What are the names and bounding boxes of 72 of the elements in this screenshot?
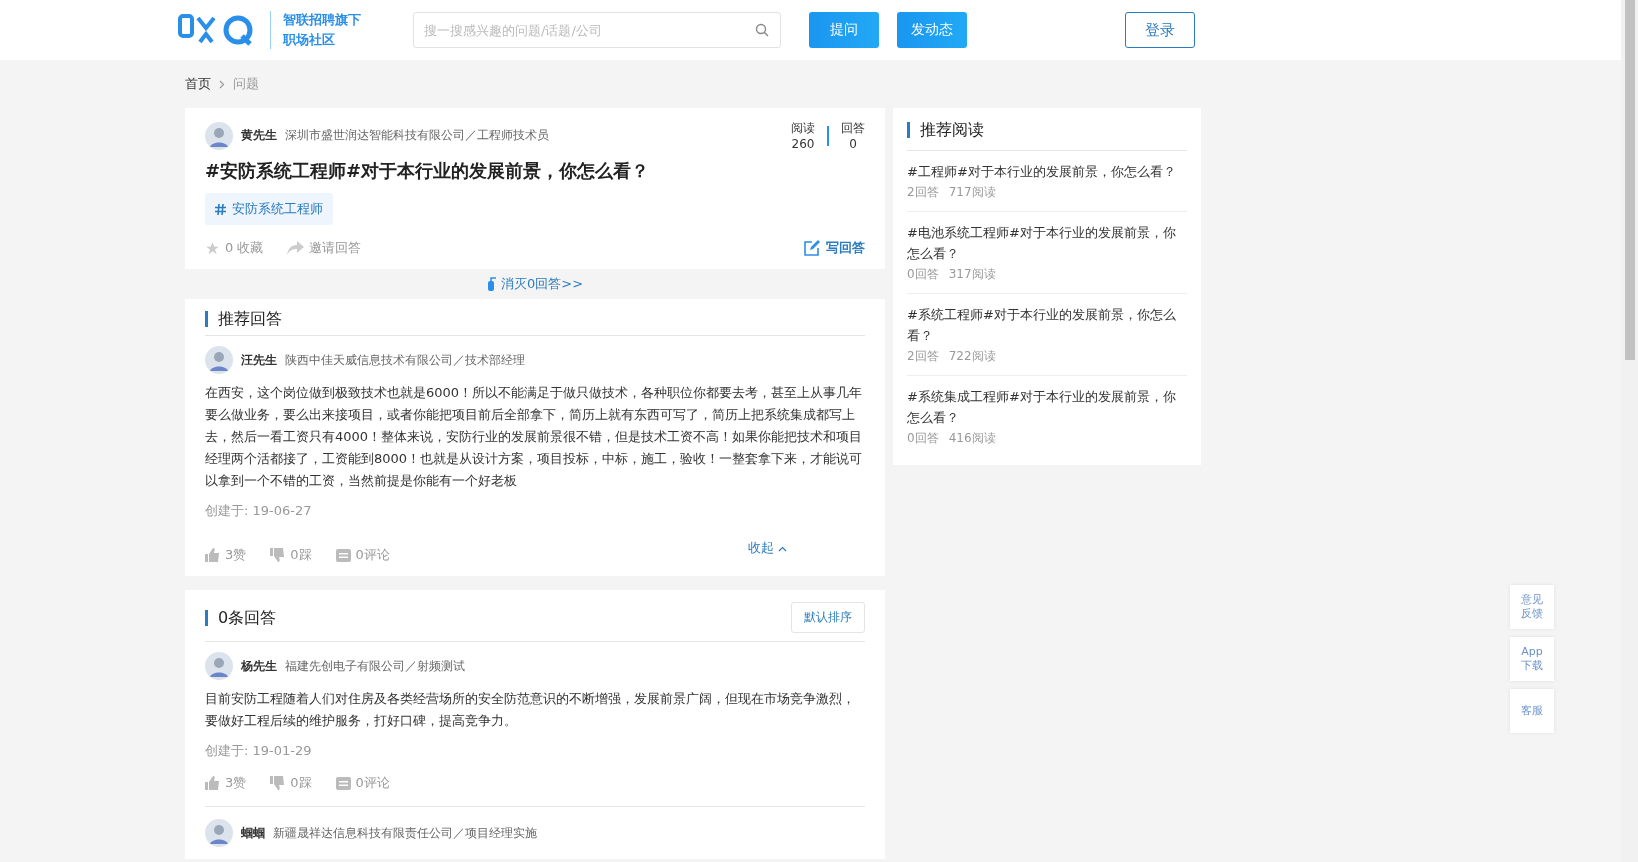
author-info: 陕西中佳天威信息技术有限公司／技术部经理 <box>285 351 525 369</box>
avatar-icon <box>205 121 233 150</box>
stat-label: 回答 <box>841 120 865 137</box>
thumbs-down-icon <box>270 548 286 562</box>
answer-count: 0回答 <box>907 266 939 283</box>
dislike-button[interactable]: 0踩 <box>270 546 312 564</box>
star-icon <box>205 240 220 256</box>
breadcrumb-link[interactable]: 首页 <box>185 75 211 93</box>
chevron-right-icon <box>219 79 225 89</box>
question-title: #安防系统工程师#对于本行业的发展前景，你怎么看？ <box>205 159 651 183</box>
avatar-icon <box>205 652 233 680</box>
write-answer-link[interactable]: 写回答 <box>804 239 865 257</box>
section-heading: 推荐回答 <box>205 311 282 327</box>
article-title[interactable]: #工程师#对于本行业的发展前景，你怎么看？ <box>907 161 1187 182</box>
topic-tag[interactable]: 安防系统工程师 <box>205 193 333 225</box>
breadcrumb-link[interactable]: 问题 <box>233 75 259 93</box>
read-count: 722阅读 <box>948 348 996 365</box>
author-name: 杨先生 <box>241 657 277 675</box>
answer-text: 在西安，这个岗位做到极致技术也就是6000！所以不能满足于做只做技术，各种职位你都要去考，甚至上从事几年要么做业务，要么出来接项目，或者你能把项目前后全部拿下，简历上就有东西可写了，简历上把系统集成都写上去，然后一看工资只有4000！整体来说，安防行业的发展前景很不错，但是技术工资不高！如果你能把技术和项目经理两个活都接了，工资能到8000！也就是从设计方案，项目投标，中标，施工，验收！一整套拿下来，才能说可以拿到一个不错的工资，当然前提是你能有一个好老板 <box>205 384 864 490</box>
stat-label: 阅读 <box>791 120 815 137</box>
section-heading: 推荐阅读 <box>907 122 984 138</box>
answer-count: 2回答 <box>907 184 939 201</box>
article-title[interactable]: #系统工程师#对于本行业的发展前景，你怎么看？ <box>907 304 1187 346</box>
comment-button[interactable]: 0评论 <box>335 546 390 564</box>
floating-button[interactable]: App下载 <box>1510 637 1554 681</box>
thumbs-up-icon <box>205 548 220 562</box>
brand-tagline: 职场社区 <box>283 31 336 49</box>
search-icon[interactable] <box>755 23 769 37</box>
answer-count: 2回答 <box>907 348 939 365</box>
read-count: 416阅读 <box>948 430 996 447</box>
created-date: 创建于: 19-06-27 <box>205 502 313 520</box>
author-name: 汪先生 <box>241 351 277 369</box>
author-name: 黄先生 <box>241 127 277 144</box>
like-button[interactable]: 3赞 <box>205 774 247 792</box>
created-date: 创建于: 19-01-29 <box>205 742 313 760</box>
article-title[interactable]: #系统集成工程师#对于本行业的发展前景，你怎么看？ <box>907 386 1187 428</box>
comment-icon <box>335 548 351 562</box>
caret-up-icon <box>778 546 787 552</box>
avatar-icon <box>205 346 233 374</box>
author-name: 蝈蝈 <box>241 824 265 842</box>
floating-button[interactable]: 意见反馈 <box>1510 585 1554 629</box>
thumbs-down-icon <box>270 776 286 790</box>
stat-value: 0 <box>849 137 857 151</box>
section-heading: 0条回答 <box>205 609 277 626</box>
author-info: 新疆晟祥达信息科技有限责任公司／项目经理实施 <box>273 824 537 842</box>
read-count: 717阅读 <box>948 184 996 201</box>
hash-icon <box>215 203 226 215</box>
ask-button[interactable]: 提问 <box>809 12 879 48</box>
favorite-button[interactable]: 0 收藏 <box>205 239 264 257</box>
comment-icon <box>335 776 351 790</box>
answer-count: 0回答 <box>907 430 939 447</box>
floating-button[interactable]: 客服 <box>1510 689 1554 733</box>
collapse-link[interactable]: 收起 <box>747 539 787 557</box>
share-arrow-icon <box>287 241 305 255</box>
read-count: 317阅读 <box>948 266 996 283</box>
stat-value: 260 <box>791 137 815 151</box>
answer-text: 目前安防工程随着人们对住房及各类经营场所的安全防范意识的不断增强，发展前景广阔，但现在市场竞争激烈，要做好工程后续的维护服务，打好口碑，提高竞争力。 <box>205 690 856 730</box>
sort-button[interactable]: 默认排序 <box>791 602 865 633</box>
thumbs-up-icon <box>205 776 220 790</box>
like-button[interactable]: 3赞 <box>205 546 247 564</box>
invite-button[interactable]: 邀请回答 <box>287 239 362 257</box>
login-button[interactable]: 登录 <box>1125 12 1195 48</box>
dislike-button[interactable]: 0踩 <box>270 774 312 792</box>
edit-icon <box>804 240 820 256</box>
eliminate-answers-link[interactable]: 消灭0回答>> <box>486 269 584 299</box>
post-button[interactable]: 发动态 <box>897 12 967 48</box>
author-info: 福建先创电子有限公司／射频测试 <box>285 657 465 675</box>
article-title[interactable]: #电池系统工程师#对于本行业的发展前景，你怎么看？ <box>907 222 1187 264</box>
avatar-icon <box>205 819 233 847</box>
brand-tagline: 智联招聘旗下 <box>283 11 361 29</box>
comment-button[interactable]: 0评论 <box>335 774 390 792</box>
author-info: 深圳市盛世润达智能科技有限公司／工程师技术员 <box>285 127 549 144</box>
